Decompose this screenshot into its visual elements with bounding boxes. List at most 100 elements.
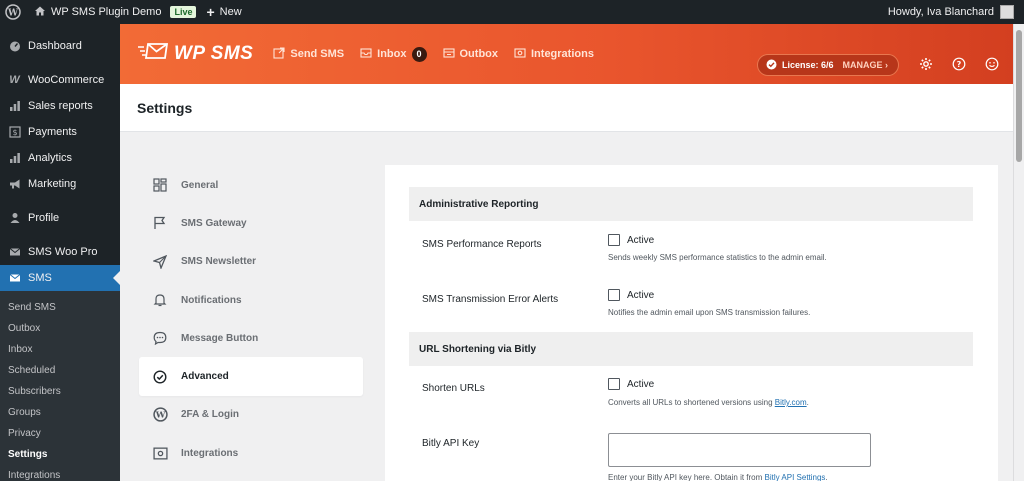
tab-sms-newsletter[interactable]: SMS Newsletter (139, 243, 363, 281)
bar-chart-icon (8, 100, 21, 113)
integrations-icon (514, 47, 526, 62)
sidebar-item-label: Dashboard (28, 40, 82, 52)
section-administrative-reporting: Administrative Reporting (409, 187, 973, 221)
manage-link[interactable]: MANAGE › (843, 60, 889, 70)
submenu-inbox[interactable]: Inbox (0, 339, 120, 360)
sidebar-item-sms[interactable]: SMS (0, 265, 120, 291)
bitly-api-settings-link[interactable]: Bitly API Settings (765, 473, 826, 481)
svg-text:W: W (7, 9, 19, 19)
sidebar-item-label: Analytics (28, 152, 73, 164)
home-icon (34, 5, 46, 20)
license-text: License: 6/6 (782, 60, 834, 70)
sidebar-item-sms-woo-pro[interactable]: SMS Woo Pro (0, 239, 120, 265)
tab-label: Notifications (181, 294, 242, 306)
new-label: New (219, 6, 242, 18)
page-title: Settings (120, 84, 1013, 132)
dollar-icon: $ (8, 126, 21, 139)
performance-reports-toggle[interactable]: Active (608, 234, 654, 246)
user-icon (8, 212, 21, 225)
sidebar-item-dashboard[interactable]: Dashboard (0, 33, 120, 59)
description-suffix: . (806, 398, 809, 407)
tab-label: 2FA & Login (181, 409, 239, 421)
submenu-privacy[interactable]: Privacy (0, 423, 120, 444)
nav-send-sms[interactable]: Send SMS (273, 46, 344, 62)
envelope-logo-icon (138, 42, 169, 66)
field-label-bitly-api-key: Bitly API Key (422, 438, 480, 449)
settings-panel: Administrative Reporting SMS Performance… (385, 165, 998, 481)
settings-tabs: General SMS Gateway SMS Newsletter Notif… (139, 166, 363, 472)
nav-integrations[interactable]: Integrations (514, 47, 594, 62)
description-text: Enter your Bitly API key here. Obtain it… (608, 473, 765, 481)
error-alerts-description: Notifies the admin email upon SMS transm… (608, 308, 811, 317)
checkbox-label: Active (627, 289, 655, 301)
submenu-groups[interactable]: Groups (0, 402, 120, 423)
page-scrollbar[interactable] (1013, 24, 1024, 481)
tab-label: General (181, 179, 219, 191)
tab-integrations[interactable]: Integrations (139, 434, 363, 472)
bitly-api-key-description: Enter your Bitly API key here. Obtain it… (608, 473, 828, 481)
nav-label: Inbox (377, 48, 407, 60)
outbox-icon (442, 47, 455, 62)
tab-label: SMS Newsletter (181, 256, 257, 268)
inbox-count-badge: 0 (411, 46, 427, 62)
gear-icon[interactable] (917, 55, 935, 73)
sidebar-item-woocommerce[interactable]: W WooCommerce (0, 67, 120, 93)
performance-reports-checkbox[interactable] (608, 234, 620, 246)
tab-advanced[interactable]: Advanced (139, 357, 363, 396)
smiley-icon[interactable] (983, 55, 1001, 73)
bell-icon (152, 292, 168, 308)
check-circle-icon (152, 369, 168, 385)
svg-text:?: ? (957, 60, 962, 69)
sidebar-item-label: Marketing (28, 178, 77, 190)
bitly-api-key-input[interactable] (608, 433, 871, 467)
tab-message-button[interactable]: Message Button (139, 319, 363, 357)
submenu-outbox[interactable]: Outbox (0, 318, 120, 339)
error-alerts-toggle[interactable]: Active (608, 289, 654, 301)
sms-submenu: Send SMS Outbox Inbox Scheduled Subscrib… (0, 291, 120, 481)
plugin-header: WP SMS Send SMS Inbox 0 Outbox Integrati… (120, 24, 1013, 84)
sidebar-item-sales-reports[interactable]: Sales reports (0, 93, 120, 119)
sidebar-item-profile[interactable]: Profile (0, 205, 120, 231)
bitly-link[interactable]: Bitly.com (775, 398, 807, 407)
wordpress-icon: W (152, 407, 168, 423)
help-icon[interactable]: ? (950, 55, 968, 73)
tab-2fa-login[interactable]: W 2FA & Login (139, 396, 363, 434)
description-text: Converts all URLs to shortened versions … (608, 398, 775, 407)
submenu-settings[interactable]: Settings (0, 444, 120, 465)
error-alerts-checkbox[interactable] (608, 289, 620, 301)
grid-icon (152, 177, 168, 193)
license-pill[interactable]: License: 6/6 MANAGE › (757, 54, 899, 76)
submenu-integrations[interactable]: Integrations (0, 465, 120, 481)
wordpress-logo-icon[interactable]: W (0, 0, 26, 24)
plugin-nav: Send SMS Inbox 0 Outbox Integrations (273, 46, 594, 62)
sidebar-item-label: Payments (28, 126, 77, 138)
svg-text:$: $ (12, 128, 17, 137)
woocommerce-icon: W (9, 74, 20, 86)
brand-logo[interactable]: WP SMS (138, 42, 253, 66)
tab-notifications[interactable]: Notifications (139, 281, 363, 319)
shorten-urls-checkbox[interactable] (608, 378, 620, 390)
inbox-icon (360, 47, 372, 62)
site-name-link[interactable]: WP SMS Plugin Demo Live (34, 5, 197, 20)
submenu-subscribers[interactable]: Subscribers (0, 381, 120, 402)
scrollbar-thumb[interactable] (1016, 30, 1022, 162)
tab-label: SMS Gateway (181, 217, 247, 229)
account-menu[interactable]: Howdy, Iva Blanchard (888, 0, 1014, 24)
submenu-scheduled[interactable]: Scheduled (0, 360, 120, 381)
plus-icon: + (206, 4, 215, 20)
check-circle-icon (766, 59, 777, 72)
checkbox-label: Active (627, 234, 655, 246)
envelope-icon (8, 246, 21, 259)
sidebar-item-marketing[interactable]: Marketing (0, 171, 120, 197)
checkbox-label: Active (627, 378, 655, 390)
sidebar-item-analytics[interactable]: Analytics (0, 145, 120, 171)
sidebar-item-payments[interactable]: $ Payments (0, 119, 120, 145)
howdy-text: Howdy, Iva Blanchard (887, 6, 994, 18)
new-content-link[interactable]: + New (206, 5, 241, 19)
nav-inbox[interactable]: Inbox 0 (360, 46, 427, 62)
submenu-send-sms[interactable]: Send SMS (0, 297, 120, 318)
shorten-urls-toggle[interactable]: Active (608, 378, 654, 390)
tab-sms-gateway[interactable]: SMS Gateway (139, 204, 363, 242)
tab-general[interactable]: General (139, 166, 363, 204)
nav-outbox[interactable]: Outbox (442, 47, 498, 62)
